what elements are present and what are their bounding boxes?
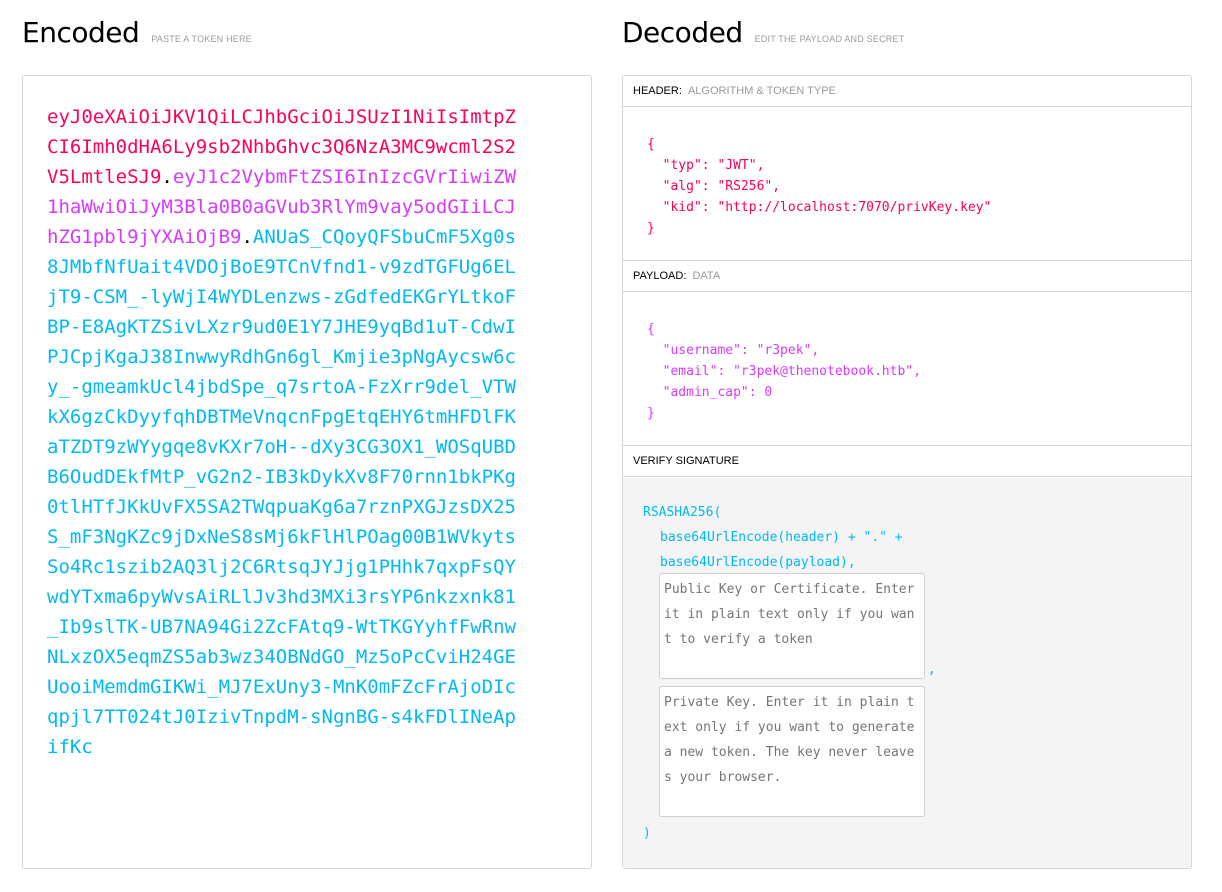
header-sublabel: ALGORITHM & TOKEN TYPE <box>687 85 836 97</box>
token-separator: . <box>241 226 253 248</box>
payload-editor[interactable]: { "username": "r3pek", "email": "r3pek@t… <box>623 292 1191 446</box>
private-key-input[interactable] <box>659 686 925 817</box>
signature-comma: , <box>928 662 936 677</box>
decoded-subtitle: EDIT THE PAYLOAD AND SECRET <box>754 34 905 44</box>
verify-section-heading: VERIFY SIGNATURE <box>623 446 1191 477</box>
verify-label: VERIFY SIGNATURE <box>633 455 739 467</box>
encoded-token[interactable]: eyJ0eXAiOiJKV1QiLCJhbGciOiJSUzI1NiIsImtp… <box>47 102 522 762</box>
decoded-title-row: Decoded EDIT THE PAYLOAD AND SECRET <box>622 0 1192 75</box>
decoded-panel: Decoded EDIT THE PAYLOAD AND SECRET HEAD… <box>622 0 1192 869</box>
signature-line-header: base64UrlEncode(header) + "." + <box>660 530 903 545</box>
encoded-title-row: Encoded PASTE A TOKEN HERE <box>22 0 592 75</box>
token-signature-part: ANUaS_CQoyQFSbuCmF5Xg0s8JMbfNfUait4VDOjB… <box>47 226 517 758</box>
encoded-subtitle: PASTE A TOKEN HERE <box>151 34 252 44</box>
payload-section-heading: PAYLOAD: DATA <box>623 261 1191 292</box>
payload-sublabel: DATA <box>692 270 721 282</box>
header-editor[interactable]: { "typ": "JWT", "alg": "RS256", "kid": "… <box>623 107 1191 261</box>
encoded-token-input[interactable]: eyJ0eXAiOiJKV1QiLCJhbGciOiJSUzI1NiIsImtp… <box>22 75 592 869</box>
signature-code: RSASHA256( base64UrlEncode(header) + "." … <box>643 500 903 575</box>
header-json[interactable]: { "typ": "JWT", "alg": "RS256", "kid": "… <box>647 134 991 239</box>
token-separator: . <box>161 166 173 188</box>
decoded-title: Decoded <box>622 16 743 49</box>
encoded-title: Encoded <box>22 16 140 49</box>
signature-line-payload: base64UrlEncode(payload), <box>660 555 856 570</box>
signature-fn-close: ) <box>643 826 651 841</box>
verify-signature-body: RSASHA256( base64UrlEncode(header) + "." … <box>623 478 1191 868</box>
signature-fn-open: RSASHA256( <box>643 505 722 520</box>
header-label: HEADER: <box>633 85 682 97</box>
header-section-heading: HEADER: ALGORITHM & TOKEN TYPE <box>623 76 1191 107</box>
payload-json[interactable]: { "username": "r3pek", "email": "r3pek@t… <box>647 319 921 424</box>
encoded-panel: Encoded PASTE A TOKEN HERE eyJ0eXAiOiJKV… <box>22 0 592 869</box>
public-key-input[interactable] <box>659 573 925 679</box>
decoded-box: HEADER: ALGORITHM & TOKEN TYPE { "typ": … <box>622 75 1192 869</box>
payload-label: PAYLOAD: <box>633 270 687 282</box>
